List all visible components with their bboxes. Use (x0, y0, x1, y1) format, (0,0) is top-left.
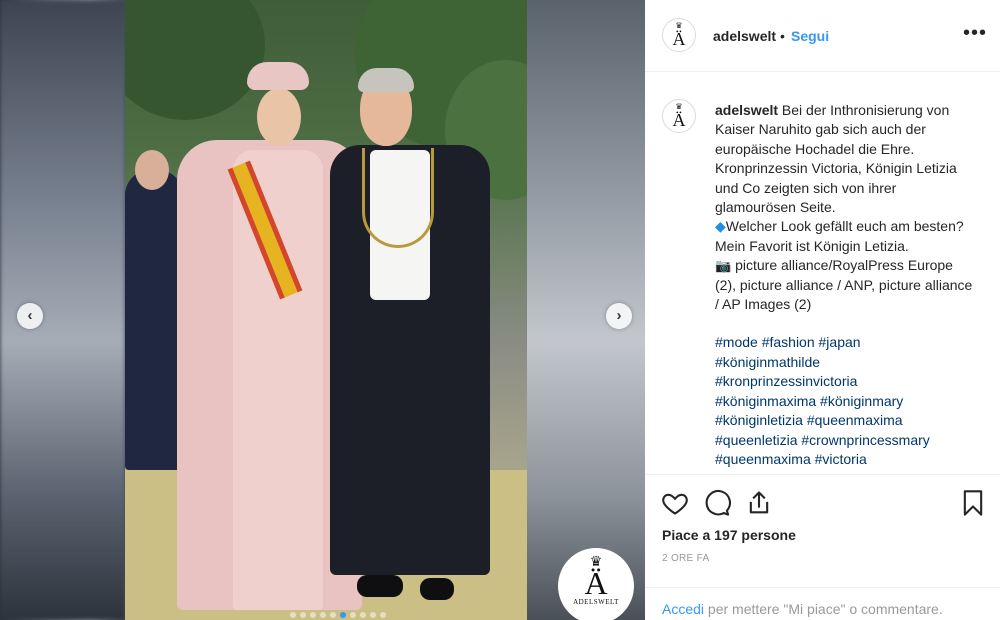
woman-head (257, 88, 301, 146)
carousel-dot[interactable] (330, 612, 336, 618)
avatar-letter: Ä (672, 110, 686, 130)
caption-area: ♛ Ä adelswelt Bei der Inthronisierung vo… (645, 73, 1000, 473)
shoe (357, 575, 403, 597)
hashtag-line[interactable]: #kronprinzessinvictoria (715, 372, 977, 391)
header-username-link[interactable]: adelswelt (713, 28, 776, 44)
hashtag-line[interactable]: #queenletizia #crownprincessmary (715, 431, 977, 450)
carousel-dot[interactable] (320, 612, 326, 618)
carousel-dot[interactable] (290, 612, 296, 618)
caption-text: Bei der Inthronisierung von Kaiser Naruh… (715, 102, 957, 216)
post-media-area: ‹ › ♛ Ä ADELSWELT (0, 0, 645, 620)
pink-gown (233, 150, 323, 610)
guard-head (135, 150, 169, 190)
comment-icon[interactable] (703, 489, 731, 517)
login-prompt-text: per mettere "Mi piace" o commentare. (704, 601, 943, 617)
logo-text: ADELSWELT (573, 598, 619, 606)
login-link[interactable]: Accedi (662, 601, 704, 617)
share-icon[interactable] (745, 489, 773, 517)
gold-collar-chain (362, 148, 434, 248)
hashtag-line[interactable]: #queenmaxima #victoria (715, 450, 977, 469)
hashtag-line[interactable]: #königinmaxima #königinmary (715, 392, 977, 411)
avatar-letter: Ä (672, 29, 686, 49)
caption-credits: picture alliance/RoyalPress Europe (2), … (715, 257, 973, 313)
caption-question: Welcher Look gefällt euch am besten? Mei… (715, 218, 964, 254)
post-caption: adelswelt Bei der Inthronisierung von Ka… (715, 101, 977, 469)
hashtag-line[interactable]: #königinmathilde (715, 353, 977, 372)
carousel-dot[interactable] (350, 612, 356, 618)
post-header: ♛ Ä adelswelt • Segui ••• (645, 0, 1000, 72)
hashtag-list: #mode #fashion #japan #königinmathilde #kr… (715, 333, 977, 469)
post-actions: Piace a 197 persone 2 ORE FA Accedi per … (645, 474, 1000, 620)
login-prompt: Accedi per mettere "Mi piace" o commenta… (645, 587, 1000, 620)
heart-icon[interactable] (661, 489, 689, 517)
avatar[interactable]: ♛ Ä (662, 99, 696, 133)
likes-count[interactable]: Piace a 197 persone (662, 527, 796, 543)
separator-dot: • (780, 28, 785, 44)
carousel-dots (290, 612, 386, 618)
carousel-dot[interactable] (360, 612, 366, 618)
man-hair (358, 68, 414, 92)
blue-diamond-icon: ◆ (715, 218, 726, 235)
avatar[interactable]: ♛ Ä (662, 18, 696, 52)
camera-icon: 📷 (715, 258, 732, 274)
post-side-panel: ♛ Ä adelswelt • Segui ••• ♛ Ä adelswelt … (645, 0, 1000, 620)
caption-username-link[interactable]: adelswelt (715, 102, 778, 118)
carousel-dot[interactable] (340, 612, 346, 618)
shoe (420, 578, 454, 600)
adelswelt-logo-watermark: ♛ Ä ADELSWELT (558, 548, 634, 620)
hashtag-line[interactable]: #mode #fashion #japan (715, 333, 977, 352)
carousel-dot[interactable] (300, 612, 306, 618)
more-options-icon[interactable]: ••• (963, 22, 987, 45)
bookmark-icon[interactable] (959, 489, 987, 517)
pink-hat (247, 62, 309, 90)
tree-shape (125, 0, 265, 120)
next-slide-button[interactable]: › (606, 303, 632, 329)
post-photo[interactable] (125, 0, 527, 620)
hashtag-line[interactable]: #königinletizia #queenmaxima (715, 411, 977, 430)
guard-figure (125, 170, 183, 470)
previous-slide-button[interactable]: ‹ (17, 303, 43, 329)
post-timestamp: 2 ORE FA (662, 553, 710, 564)
follow-button[interactable]: Segui (791, 28, 829, 44)
logo-letter: Ä (584, 565, 608, 601)
carousel-dot[interactable] (370, 612, 376, 618)
carousel-dot[interactable] (310, 612, 316, 618)
carousel-dot[interactable] (380, 612, 386, 618)
